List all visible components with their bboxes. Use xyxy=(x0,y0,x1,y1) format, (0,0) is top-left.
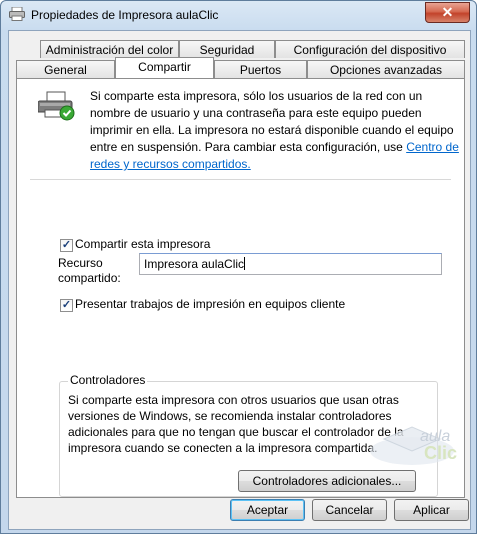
share-printer-checkbox[interactable]: ✓ xyxy=(60,239,73,252)
checkmark-icon: ✓ xyxy=(61,239,72,251)
tab-device-settings[interactable]: Configuración del dispositivo xyxy=(275,40,465,58)
dialog-window: Propiedades de Impresora aulaClic ✕ Admi… xyxy=(0,0,477,534)
share-name-label-1: Recurso xyxy=(58,256,103,270)
render-jobs-checkbox[interactable]: ✓ xyxy=(60,299,73,312)
printer-icon xyxy=(9,7,25,21)
separator xyxy=(30,179,451,180)
text-caret xyxy=(244,257,246,270)
title-bar[interactable]: Propiedades de Impresora aulaClic ✕ xyxy=(1,1,476,29)
tab-label: Compartir xyxy=(138,60,191,74)
tab-label: Configuración del dispositivo xyxy=(293,43,447,57)
drivers-legend: Controladores xyxy=(68,373,148,387)
cancel-button[interactable]: Cancelar xyxy=(312,499,387,521)
tab-advanced[interactable]: Opciones avanzadas xyxy=(307,60,465,78)
share-name-value: Impresora aulaClic xyxy=(144,257,245,271)
printer-share-icon xyxy=(38,91,75,121)
dialog-client-area: Administración del color Seguridad Confi… xyxy=(8,30,471,530)
share-printer-label: Compartir esta impresora xyxy=(75,237,211,251)
close-icon: ✕ xyxy=(441,4,454,20)
tab-label: Puertos xyxy=(239,63,282,77)
sharing-intro-text: Si comparte esta impresora, sólo los usu… xyxy=(90,88,460,173)
render-jobs-label: Presentar trabajos de impresión en equip… xyxy=(75,297,346,311)
drivers-text: Si comparte esta impresora con otros usu… xyxy=(68,393,404,455)
tab-label: Administración del color xyxy=(45,43,174,57)
apply-button[interactable]: Aplicar xyxy=(394,499,469,521)
drivers-group: Controladores Si comparte esta impresora… xyxy=(59,373,438,497)
share-name-input[interactable]: Impresora aulaClic xyxy=(139,253,442,275)
checkmark-icon: ✓ xyxy=(61,299,72,311)
ok-button[interactable]: Aceptar xyxy=(230,499,305,521)
tab-general[interactable]: General xyxy=(16,60,115,78)
tab-label: Opciones avanzadas xyxy=(329,63,443,77)
tab-sharing[interactable]: Compartir xyxy=(115,57,214,78)
window-title: Propiedades de Impresora aulaClic xyxy=(31,8,219,22)
share-name-label-2: compartido: xyxy=(58,271,121,285)
intro-text: Si comparte esta impresora, sólo los usu… xyxy=(90,89,454,154)
sharing-tab-panel: Si comparte esta impresora, sólo los usu… xyxy=(16,78,465,498)
tab-color-management[interactable]: Administración del color xyxy=(40,40,179,58)
tab-ports[interactable]: Puertos xyxy=(214,60,307,78)
close-button[interactable]: ✕ xyxy=(425,2,470,23)
additional-drivers-button[interactable]: Controladores adicionales... xyxy=(238,470,416,492)
tab-security[interactable]: Seguridad xyxy=(179,40,275,58)
tab-label: General xyxy=(44,63,87,77)
tab-label: Seguridad xyxy=(199,43,255,57)
